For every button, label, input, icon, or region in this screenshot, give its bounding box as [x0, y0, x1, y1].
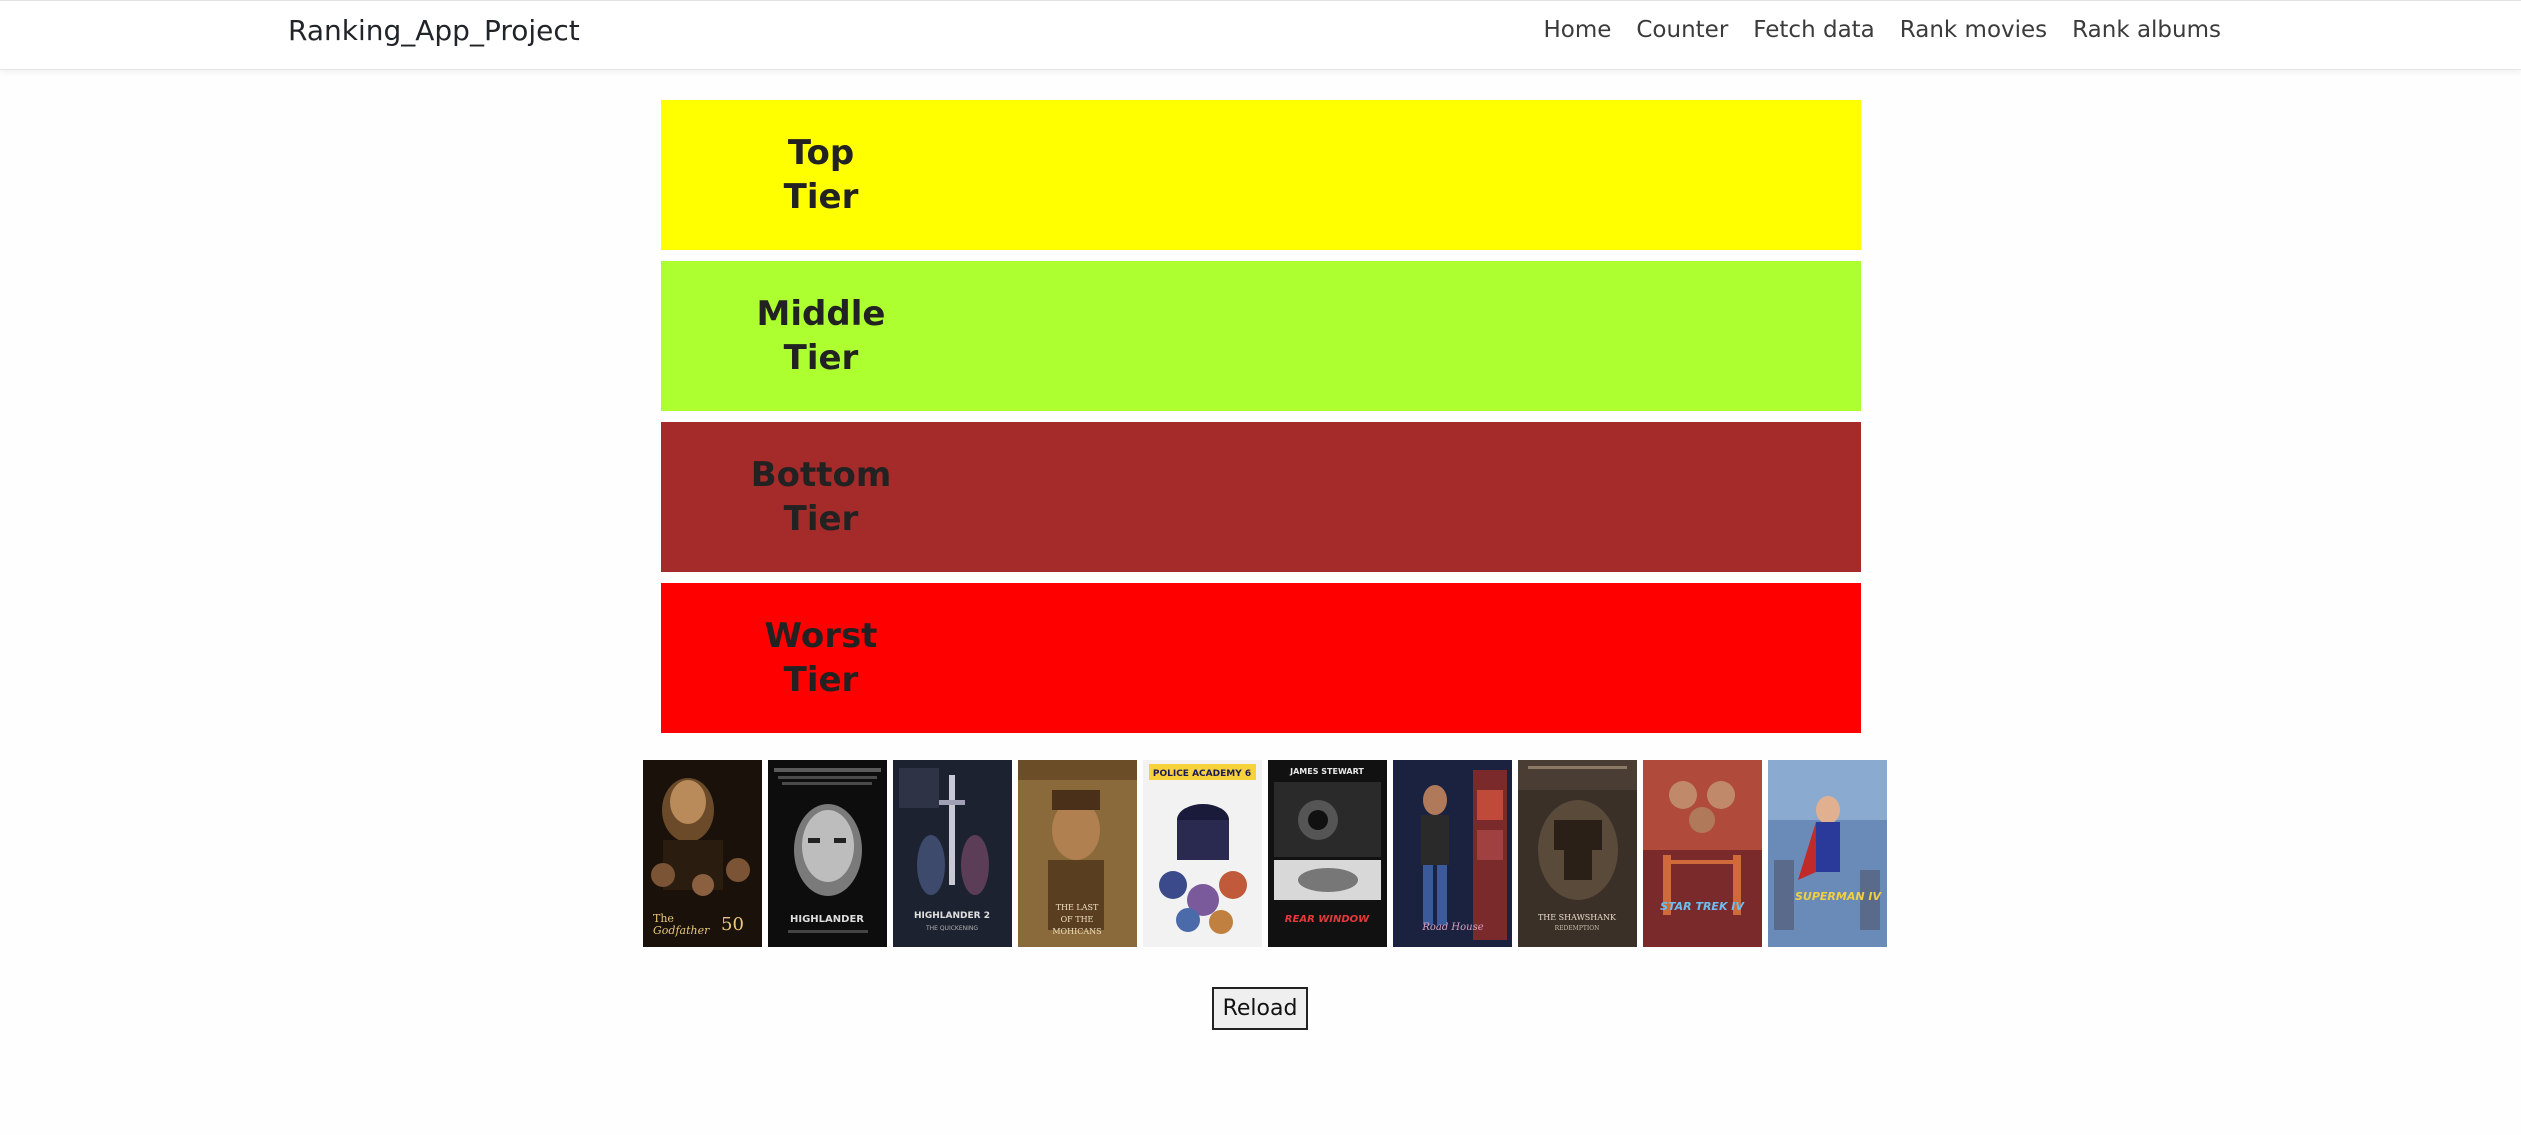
tier-label-line: Tier: [783, 177, 859, 217]
nav-link-rank-albums[interactable]: Rank albums: [2072, 17, 2221, 43]
tier-label-worst: Worst Tier: [661, 583, 981, 733]
tier-list: Top Tier Middle Tier Bottom Tier Worst Tier: [661, 100, 1861, 744]
tier-label-line: Top: [787, 133, 855, 173]
svg-text:SUPERMAN IV: SUPERMAN IV: [1795, 890, 1882, 903]
tier-label-line: Tier: [783, 499, 859, 539]
highlander-2-poster[interactable]: HIGHLANDER 2 THE QUICKENING: [893, 760, 1012, 947]
nav-link-rank-movies[interactable]: Rank movies: [1900, 17, 2047, 43]
superman-iv-poster[interactable]: SUPERMAN IV: [1768, 760, 1887, 947]
nav-link-fetch-data[interactable]: Fetch data: [1753, 17, 1874, 43]
svg-text:OF THE: OF THE: [1061, 915, 1094, 924]
svg-text:REAR WINDOW: REAR WINDOW: [1285, 914, 1370, 925]
tier-label-top: Top Tier: [661, 100, 981, 250]
svg-text:STAR TREK IV: STAR TREK IV: [1660, 900, 1745, 913]
svg-text:THE QUICKENING: THE QUICKENING: [925, 925, 978, 932]
svg-text:Godfather: Godfather: [653, 924, 710, 937]
brand-link[interactable]: Ranking_App_Project: [288, 14, 580, 47]
reload-button[interactable]: Reload: [1212, 987, 1308, 1030]
tier-label-line: Bottom: [750, 455, 892, 495]
svg-text:THE SHAWSHANK: THE SHAWSHANK: [1538, 913, 1617, 922]
svg-text:50: 50: [721, 914, 744, 935]
tier-row-middle[interactable]: Middle Tier: [661, 261, 1861, 411]
tier-label-bottom: Bottom Tier: [661, 422, 981, 572]
svg-text:HIGHLANDER: HIGHLANDER: [790, 914, 864, 925]
rear-window-poster[interactable]: JAMES STEWART REAR WINDOW: [1268, 760, 1387, 947]
tier-label-line: Worst: [764, 616, 878, 656]
the-godfather-50-poster[interactable]: The Godfather 50: [643, 760, 762, 947]
last-of-the-mohicans-poster[interactable]: THE LAST OF THE MOHICANS: [1018, 760, 1137, 947]
svg-text:HIGHLANDER 2: HIGHLANDER 2: [914, 911, 990, 921]
nav-link-counter[interactable]: Counter: [1636, 17, 1728, 43]
star-trek-iv-poster[interactable]: STAR TREK IV: [1643, 760, 1762, 947]
highlander-poster[interactable]: HIGHLANDER: [768, 760, 887, 947]
tier-row-top[interactable]: Top Tier: [661, 100, 1861, 250]
svg-text:REDEMPTION: REDEMPTION: [1555, 925, 1600, 932]
svg-text:POLICE ACADEMY 6: POLICE ACADEMY 6: [1153, 769, 1251, 779]
tier-row-worst[interactable]: Worst Tier: [661, 583, 1861, 733]
tier-label-line: Tier: [783, 660, 859, 700]
tier-label-middle: Middle Tier: [661, 261, 981, 411]
svg-text:MOHICANS: MOHICANS: [1052, 927, 1101, 936]
police-academy-6-poster[interactable]: POLICE ACADEMY 6: [1143, 760, 1262, 947]
nav-link-home[interactable]: Home: [1543, 17, 1611, 43]
tier-row-bottom[interactable]: Bottom Tier: [661, 422, 1861, 572]
top-navbar: Ranking_App_Project Home Counter Fetch d…: [0, 0, 2521, 70]
movie-poster-pool: The Godfather 50 HIGHLANDER HIGHLANDER 2…: [643, 760, 1887, 947]
tier-label-line: Tier: [783, 338, 859, 378]
svg-text:THE LAST: THE LAST: [1056, 903, 1099, 912]
shawshank-redemption-poster[interactable]: THE SHAWSHANK REDEMPTION: [1518, 760, 1637, 947]
nav-menu: Home Counter Fetch data Rank movies Rank…: [1543, 17, 2221, 43]
road-house-poster[interactable]: Road House: [1393, 760, 1512, 947]
svg-text:Road House: Road House: [1421, 922, 1483, 933]
tier-label-line: Middle: [756, 294, 886, 334]
svg-text:JAMES STEWART: JAMES STEWART: [1289, 767, 1364, 776]
